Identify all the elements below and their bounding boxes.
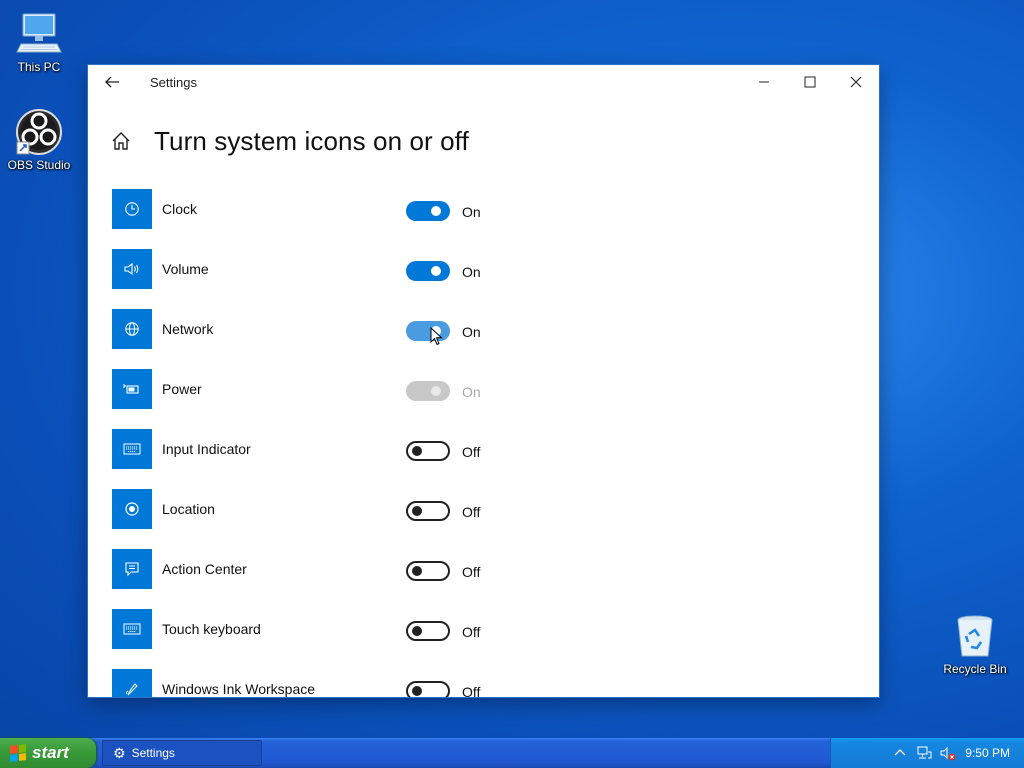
toggle-state: Off xyxy=(462,684,481,697)
start-label: start xyxy=(32,743,69,762)
row-volume: Volume On xyxy=(112,249,512,309)
windows-flag-icon xyxy=(10,744,26,762)
clock-toggle[interactable] xyxy=(406,201,450,221)
row-windows-ink-workspace: Windows Ink Workspace Off xyxy=(112,669,512,697)
toggle-state: On xyxy=(462,384,481,400)
row-label: Input Indicator xyxy=(162,441,251,457)
row-location: Location Off xyxy=(112,489,512,549)
system-tray: 9:50 PM xyxy=(830,738,1024,768)
minimize-button[interactable] xyxy=(741,65,787,99)
location-toggle[interactable] xyxy=(406,501,450,521)
mouse-pointer-icon xyxy=(430,326,444,347)
toggle-state: Off xyxy=(462,564,481,580)
desktop-icon-this-pc[interactable]: This PC xyxy=(2,10,76,74)
maximize-button[interactable] xyxy=(787,65,833,99)
toggle-state: Off xyxy=(462,624,481,640)
row-label: Touch keyboard xyxy=(162,621,261,637)
toggle-state: On xyxy=(462,204,481,220)
network-globe-icon xyxy=(112,309,152,349)
toggle-knob xyxy=(412,626,422,636)
row-label: Action Center xyxy=(162,561,247,577)
row-label: Network xyxy=(162,321,214,337)
row-label: Power xyxy=(162,381,202,397)
desktop-icon-label: OBS Studio xyxy=(7,158,71,172)
toggle-knob xyxy=(431,266,441,276)
touch-keyboard-toggle[interactable] xyxy=(406,621,450,641)
volume-icon xyxy=(112,249,152,289)
desktop-icon-label: Recycle Bin xyxy=(943,662,1007,676)
desktop-icon-recycle-bin[interactable]: Recycle Bin xyxy=(938,612,1012,676)
gear-icon: ⚙ xyxy=(113,744,126,761)
action-center-toggle[interactable] xyxy=(406,561,450,581)
computer-icon xyxy=(15,10,63,58)
desktop-icon-obs-studio[interactable]: OBS Studio xyxy=(2,108,76,172)
taskbar-item-label: Settings xyxy=(131,746,175,760)
row-label: Clock xyxy=(162,201,198,217)
settings-window: Settings Turn system icons on or off Clo… xyxy=(88,65,879,697)
obs-studio-icon xyxy=(15,108,63,156)
toggle-knob xyxy=(412,506,422,516)
battery-icon xyxy=(112,369,152,409)
keyboard-icon xyxy=(112,429,152,469)
row-input-indicator: Input Indicator Off xyxy=(112,429,512,489)
pen-icon xyxy=(112,669,152,697)
row-network: Network On xyxy=(112,309,512,369)
toggle-state: On xyxy=(462,264,481,280)
home-icon[interactable] xyxy=(110,130,132,152)
back-arrow-icon[interactable] xyxy=(102,72,122,92)
toggle-state: Off xyxy=(462,504,481,520)
volume-muted-icon[interactable] xyxy=(939,744,957,762)
location-icon xyxy=(112,489,152,529)
clock-icon xyxy=(112,189,152,229)
row-label: Volume xyxy=(162,261,209,277)
toggle-knob xyxy=(431,386,441,396)
action-center-icon xyxy=(112,549,152,589)
recycle-bin-icon xyxy=(951,612,999,660)
volume-toggle[interactable] xyxy=(406,261,450,281)
row-clock: Clock On xyxy=(112,189,512,249)
window-title: Settings xyxy=(150,75,197,90)
power-toggle[interactable] xyxy=(406,381,450,401)
row-label: Windows Ink Workspace xyxy=(162,681,316,697)
start-button[interactable]: start xyxy=(0,738,96,768)
toggle-knob xyxy=(412,446,422,456)
row-touch-keyboard: Touch keyboard Off xyxy=(112,609,512,669)
system-icons-list: Clock On Volume On Network On Power On I… xyxy=(112,189,512,697)
network-icon[interactable] xyxy=(915,744,933,762)
toggle-knob xyxy=(431,206,441,216)
row-label: Location xyxy=(162,501,215,517)
title-bar: Settings xyxy=(88,65,879,99)
keyboard-icon xyxy=(112,609,152,649)
windows-ink-workspace-toggle[interactable] xyxy=(406,681,450,697)
page-header: Turn system icons on or off xyxy=(110,121,469,161)
row-power: Power On xyxy=(112,369,512,429)
taskbar-item-settings[interactable]: ⚙ Settings xyxy=(102,740,262,766)
toggle-state: Off xyxy=(462,444,481,460)
toggle-knob xyxy=(412,686,422,696)
desktop-icon-label: This PC xyxy=(17,60,61,74)
input-indicator-toggle[interactable] xyxy=(406,441,450,461)
close-button[interactable] xyxy=(833,65,879,99)
taskbar: start ⚙ Settings 9:50 PM xyxy=(0,738,1024,768)
chevron-up-icon[interactable] xyxy=(891,744,909,762)
row-action-center: Action Center Off xyxy=(112,549,512,609)
page-title: Turn system icons on or off xyxy=(154,125,469,156)
clock-time[interactable]: 9:50 PM xyxy=(965,746,1010,760)
toggle-state: On xyxy=(462,324,481,340)
toggle-knob xyxy=(412,566,422,576)
